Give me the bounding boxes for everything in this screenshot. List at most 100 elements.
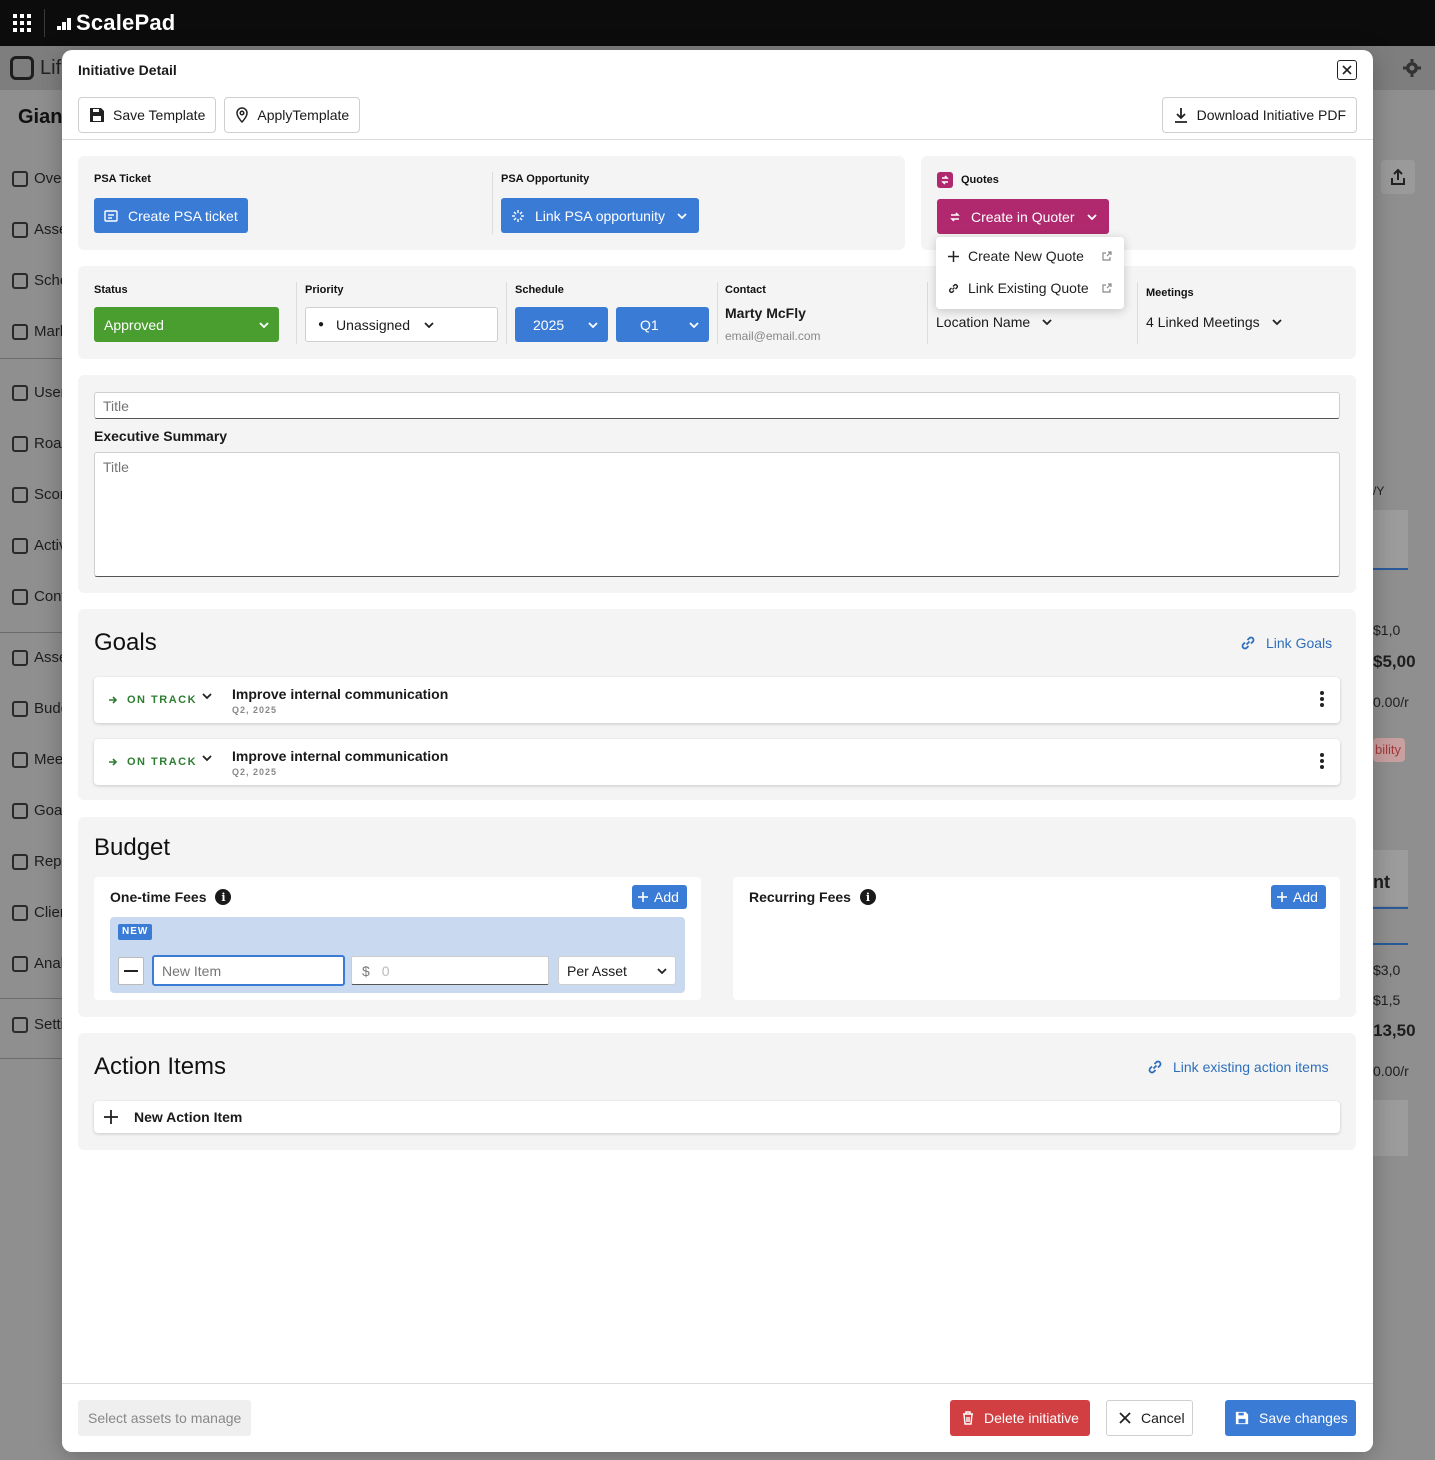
status-label: Status [94, 284, 128, 296]
modal-title: Initiative Detail [78, 62, 177, 78]
goal-status[interactable]: ON TRACK [108, 756, 197, 768]
goal-row[interactable]: ON TRACK Improve internal communication … [94, 677, 1340, 723]
brand-logo[interactable]: ScalePad [57, 10, 175, 36]
executive-summary-label: Executive Summary [94, 428, 228, 444]
quoter-logo-icon [937, 172, 953, 188]
sidebar-item[interactable]: Over [12, 170, 67, 187]
create-psa-ticket-button[interactable]: Create PSA ticket [94, 198, 248, 233]
create-in-quoter-button[interactable]: Create in Quoter [937, 199, 1109, 234]
amount-placeholder: 0 [381, 962, 390, 979]
chevron-down-icon [1042, 319, 1052, 325]
nav-icon [12, 272, 28, 289]
sidebar-item[interactable]: Roac [12, 435, 69, 452]
ticket-icon [104, 209, 118, 222]
trash-icon [963, 1411, 973, 1425]
remove-item-button[interactable] [118, 957, 144, 985]
sidebar-item[interactable]: User [12, 384, 66, 401]
sidebar-item[interactable]: Budg [12, 700, 69, 717]
sidebar-item[interactable]: Asse [12, 221, 67, 238]
link-goals-button[interactable]: Link Goals [1240, 635, 1332, 651]
nav-icon [12, 537, 28, 554]
status-badge: bility [1373, 738, 1405, 762]
chevron-down-icon[interactable] [202, 755, 212, 761]
goal-row[interactable]: ON TRACK Improve internal communication … [94, 739, 1340, 785]
add-recurring-fee-button[interactable]: Add [1271, 885, 1326, 909]
schedule-year-select[interactable]: 2025 [515, 307, 608, 342]
scalepad-logo-icon [57, 18, 71, 30]
nav-icon [12, 955, 28, 972]
top-app-bar: ScalePad [0, 0, 1435, 46]
title-input[interactable] [94, 392, 1340, 419]
close-button[interactable] [1337, 60, 1357, 80]
sidebar-item[interactable]: Sche [12, 272, 68, 289]
nav-icon [12, 802, 28, 819]
chevron-down-icon[interactable] [202, 693, 212, 699]
nav-icon [12, 588, 28, 605]
sidebar-item[interactable]: Mark [12, 323, 67, 340]
save-template-button[interactable]: Save Template [78, 96, 217, 133]
nav-icon [12, 751, 28, 768]
sidebar-item[interactable]: Setti [12, 1016, 64, 1033]
sidebar-item[interactable]: Scor [12, 486, 65, 503]
link-existing-action-items-button[interactable]: Link existing action items [1147, 1059, 1329, 1075]
chevron-down-icon [689, 321, 699, 328]
new-action-item-button[interactable]: New Action Item [94, 1101, 1340, 1133]
goal-title: Improve internal communication [232, 748, 449, 764]
contact-name[interactable]: Marty McFly [725, 305, 806, 321]
sidebar-item[interactable]: Anal [12, 955, 64, 972]
item-name-input[interactable] [152, 955, 345, 986]
link-icon [1241, 636, 1255, 650]
sidebar-item[interactable]: Goal [12, 802, 66, 819]
divider [492, 172, 493, 234]
apply-template-button[interactable]: ApplyTemplate [224, 96, 361, 133]
priority-select[interactable]: ● Unassigned [305, 307, 498, 342]
sidebar-item[interactable]: Activ [12, 537, 67, 554]
meetings-select[interactable]: 4 Linked Meetings [1146, 314, 1282, 330]
bullet-icon: ● [318, 319, 325, 330]
per-asset-select[interactable]: Per Asset [558, 956, 676, 985]
recurring-fees-card: Recurring Fees i Add [733, 877, 1340, 1000]
divider [1373, 943, 1408, 945]
location-pin-icon [236, 106, 249, 123]
chevron-down-icon [588, 321, 598, 328]
amount-input[interactable]: $ 0 [351, 956, 549, 985]
sidebar-item[interactable]: Meet [12, 751, 67, 768]
create-new-quote-menu-item[interactable]: Create New Quote [948, 248, 1112, 264]
link-existing-quote-menu-item[interactable]: Link Existing Quote [948, 280, 1112, 296]
sidebar-item[interactable]: Asse [12, 649, 67, 666]
goal-status[interactable]: ON TRACK [108, 694, 197, 706]
share-icon[interactable] [1381, 160, 1415, 194]
info-icon[interactable]: i [859, 889, 876, 905]
product-name: Lif [40, 57, 62, 79]
status-select[interactable]: Approved [94, 307, 279, 342]
sidebar-item[interactable]: Cont [12, 588, 66, 605]
plus-icon [638, 892, 648, 902]
delete-initiative-button[interactable]: Delete initiative [950, 1400, 1090, 1436]
save-changes-button[interactable]: Save changes [1225, 1400, 1356, 1436]
divider [296, 282, 297, 344]
more-options-icon[interactable] [1320, 753, 1324, 769]
add-one-time-fee-button[interactable]: Add [632, 885, 687, 909]
summary-panel: Executive Summary [78, 375, 1356, 593]
more-options-icon[interactable] [1320, 691, 1324, 707]
modal-body: PSA Ticket Create PSA ticket PSA Opportu… [62, 141, 1373, 1383]
plus-icon [1277, 892, 1287, 902]
info-icon[interactable]: i [215, 889, 232, 905]
link-psa-opportunity-button[interactable]: Link PSA opportunity [501, 198, 699, 233]
select-assets-button[interactable]: Select assets to manage [78, 1400, 252, 1436]
executive-summary-textarea[interactable] [94, 452, 1340, 577]
sidebar-item[interactable]: Clier [12, 904, 65, 921]
modal-toolbar: Save Template ApplyTemplate Download Ini… [62, 90, 1373, 140]
goal-subtitle: Q2, 2025 [232, 705, 278, 715]
location-select[interactable]: Location Name [936, 314, 1052, 330]
divider [1373, 907, 1408, 909]
app-launcher-icon[interactable] [0, 0, 44, 46]
nav-icon [12, 384, 28, 401]
cancel-button[interactable]: Cancel [1106, 1400, 1193, 1436]
action-items-heading: Action Items [94, 1053, 227, 1080]
schedule-quarter-select[interactable]: Q1 [616, 307, 709, 342]
download-pdf-button[interactable]: Download Initiative PDF [1161, 96, 1357, 133]
gear-icon[interactable] [1402, 58, 1422, 78]
nav-icon [12, 170, 28, 187]
nav-icon [12, 486, 28, 503]
